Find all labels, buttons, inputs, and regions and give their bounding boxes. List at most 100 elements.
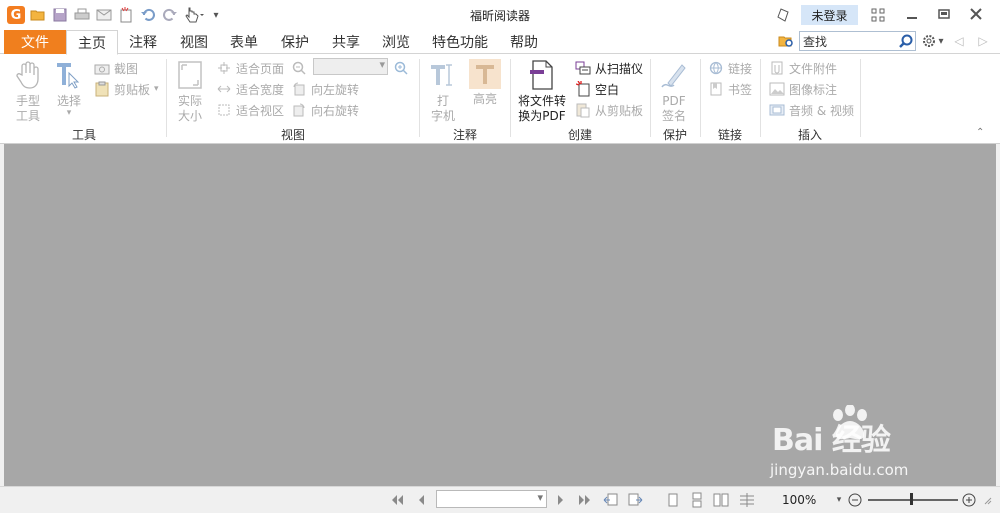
touch-mode-icon[interactable] — [182, 5, 208, 25]
fit-visible-button[interactable]: 适合视区 — [215, 100, 284, 120]
email-icon[interactable] — [94, 5, 114, 25]
audio-video-button[interactable]: 音频 & 视频 — [768, 100, 854, 120]
file-attachment-button[interactable]: 文件附件 — [768, 58, 837, 78]
notification-icon[interactable] — [773, 5, 793, 25]
clipboard-dropdown[interactable]: 剪贴板 ▾ — [93, 79, 159, 99]
from-clipboard-button[interactable]: 从剪贴板 — [574, 100, 643, 120]
zoom-out-circle-icon[interactable] — [846, 491, 864, 509]
pdf-sign-button[interactable]: PDF 签名 — [656, 59, 692, 124]
hand-tool-button[interactable]: 手型 工具 — [10, 59, 46, 124]
typewriter-label: 打 字机 — [430, 94, 455, 123]
tab-browse[interactable]: 浏览 — [374, 30, 418, 54]
undo-icon[interactable] — [138, 5, 158, 25]
group-label-protect: 保护 — [662, 128, 687, 142]
zoom-out-icon — [290, 60, 308, 76]
actual-size-button[interactable]: 实际 大小 — [172, 59, 208, 124]
tab-form[interactable]: 表单 — [222, 30, 266, 54]
single-page-icon[interactable] — [664, 491, 682, 509]
minimize-icon[interactable] — [896, 4, 928, 24]
settings-dropdown-icon[interactable]: ▾ — [937, 32, 945, 50]
highlight-label: 高亮 — [472, 92, 497, 106]
tab-view[interactable]: 视图 — [172, 30, 216, 54]
convert-file-icon — [527, 59, 557, 91]
restore-icon[interactable] — [928, 4, 960, 24]
tab-features[interactable]: 特色功能 — [425, 30, 495, 54]
last-page-icon[interactable] — [576, 491, 594, 509]
resize-grip-icon[interactable] — [980, 491, 994, 509]
tab-file[interactable]: 文件 — [4, 30, 66, 54]
next-page-icon[interactable] — [552, 491, 570, 509]
zoom-slider-track[interactable] — [868, 499, 958, 501]
highlight-button[interactable]: 高亮 — [467, 59, 503, 107]
pdf-sign-label: PDF 签名 — [661, 94, 686, 123]
previous-page-icon[interactable] — [412, 491, 430, 509]
bookmark-button[interactable]: 书签 — [707, 79, 752, 99]
zoom-level-combo[interactable] — [313, 58, 388, 75]
convert-to-pdf-label: 将文件转 换为PDF — [517, 94, 566, 123]
first-page-icon[interactable] — [388, 491, 406, 509]
typewriter-button[interactable]: 打 字机 — [425, 59, 461, 124]
grid-view-icon[interactable] — [868, 5, 888, 25]
redo-icon[interactable] — [160, 5, 180, 25]
tab-protect[interactable]: 保护 — [273, 30, 317, 54]
continuous-facing-icon[interactable] — [738, 491, 756, 509]
link-button[interactable]: 链接 — [707, 58, 752, 78]
quick-access-toolbar: G ▾ — [6, 5, 224, 25]
continuous-page-icon[interactable] — [688, 491, 706, 509]
login-button[interactable]: 未登录 — [801, 5, 858, 25]
zoom-slider-thumb[interactable] — [910, 493, 913, 505]
fit-width-button[interactable]: 适合宽度 — [215, 79, 284, 99]
customize-toolbar-icon[interactable]: ▾ — [210, 5, 222, 25]
page-number-input[interactable] — [436, 490, 547, 508]
rotate-left-icon — [290, 81, 308, 97]
screenshot-button[interactable]: 截图 — [93, 58, 138, 78]
print-icon[interactable] — [72, 5, 92, 25]
typewriter-icon — [428, 59, 458, 91]
tab-comment[interactable]: 注释 — [121, 30, 165, 54]
blank-pdf-button[interactable]: 空白 — [574, 79, 619, 99]
settings-gear-icon[interactable] — [920, 32, 938, 50]
facing-page-icon[interactable] — [712, 491, 730, 509]
tab-help[interactable]: 帮助 — [502, 30, 546, 54]
clipboard-icon — [93, 81, 111, 97]
convert-to-pdf-button[interactable]: 将文件转 换为PDF — [514, 59, 570, 124]
file-attachment-label: 文件附件 — [789, 61, 838, 76]
select-tool-button[interactable]: 选择 ▾ — [52, 59, 86, 118]
next-view-icon[interactable] — [626, 491, 644, 509]
new-document-icon[interactable] — [116, 5, 136, 25]
paperclip-icon — [768, 60, 786, 76]
tab-share[interactable]: 共享 — [324, 30, 368, 54]
save-icon[interactable] — [50, 5, 70, 25]
image-icon — [768, 81, 786, 97]
app-logo-icon[interactable]: G — [6, 5, 26, 25]
zoom-in-icon — [392, 60, 410, 76]
search-box — [777, 31, 917, 51]
search-folder-icon[interactable] — [777, 32, 795, 50]
from-scanner-button[interactable]: 从扫描仪 — [574, 58, 643, 78]
zoom-out-button[interactable] — [290, 58, 311, 78]
previous-view-icon[interactable] — [602, 491, 620, 509]
tab-home[interactable]: 主页 — [66, 30, 118, 55]
fit-page-button[interactable]: 适合页面 — [215, 58, 284, 78]
zoom-percentage[interactable]: 100% — [782, 493, 816, 507]
nav-forward-icon[interactable]: ▷ — [974, 32, 992, 50]
nav-back-icon[interactable]: ◁ — [950, 32, 968, 50]
status-bar: 100% ▾ — [0, 486, 1000, 513]
hand-icon — [13, 59, 43, 91]
rotate-left-button[interactable]: 向左旋转 — [290, 79, 359, 99]
collapse-ribbon-icon[interactable]: ⌃ — [976, 127, 984, 138]
baidu-watermark: Bai 经验 jingyan.baidu.com — [760, 405, 960, 485]
zoom-dropdown-icon[interactable]: ▾ — [834, 491, 844, 509]
rotate-right-button[interactable]: 向右旋转 — [290, 100, 359, 120]
zoom-in-circle-icon[interactable] — [960, 491, 978, 509]
group-divider — [510, 59, 511, 137]
scanner-icon — [574, 60, 592, 76]
ribbon-home: 手型 工具 选择 ▾ 截图 剪贴板 ▾ 工具 实际 大小 适合页面 适合宽度 适… — [0, 55, 1000, 144]
open-folder-icon[interactable] — [28, 5, 48, 25]
zoom-in-button[interactable] — [392, 58, 413, 78]
search-icon[interactable] — [897, 32, 915, 50]
window-controls — [896, 4, 992, 24]
close-icon[interactable] — [960, 4, 992, 24]
bookmark-icon — [707, 81, 725, 97]
image-annotation-button[interactable]: 图像标注 — [768, 79, 837, 99]
